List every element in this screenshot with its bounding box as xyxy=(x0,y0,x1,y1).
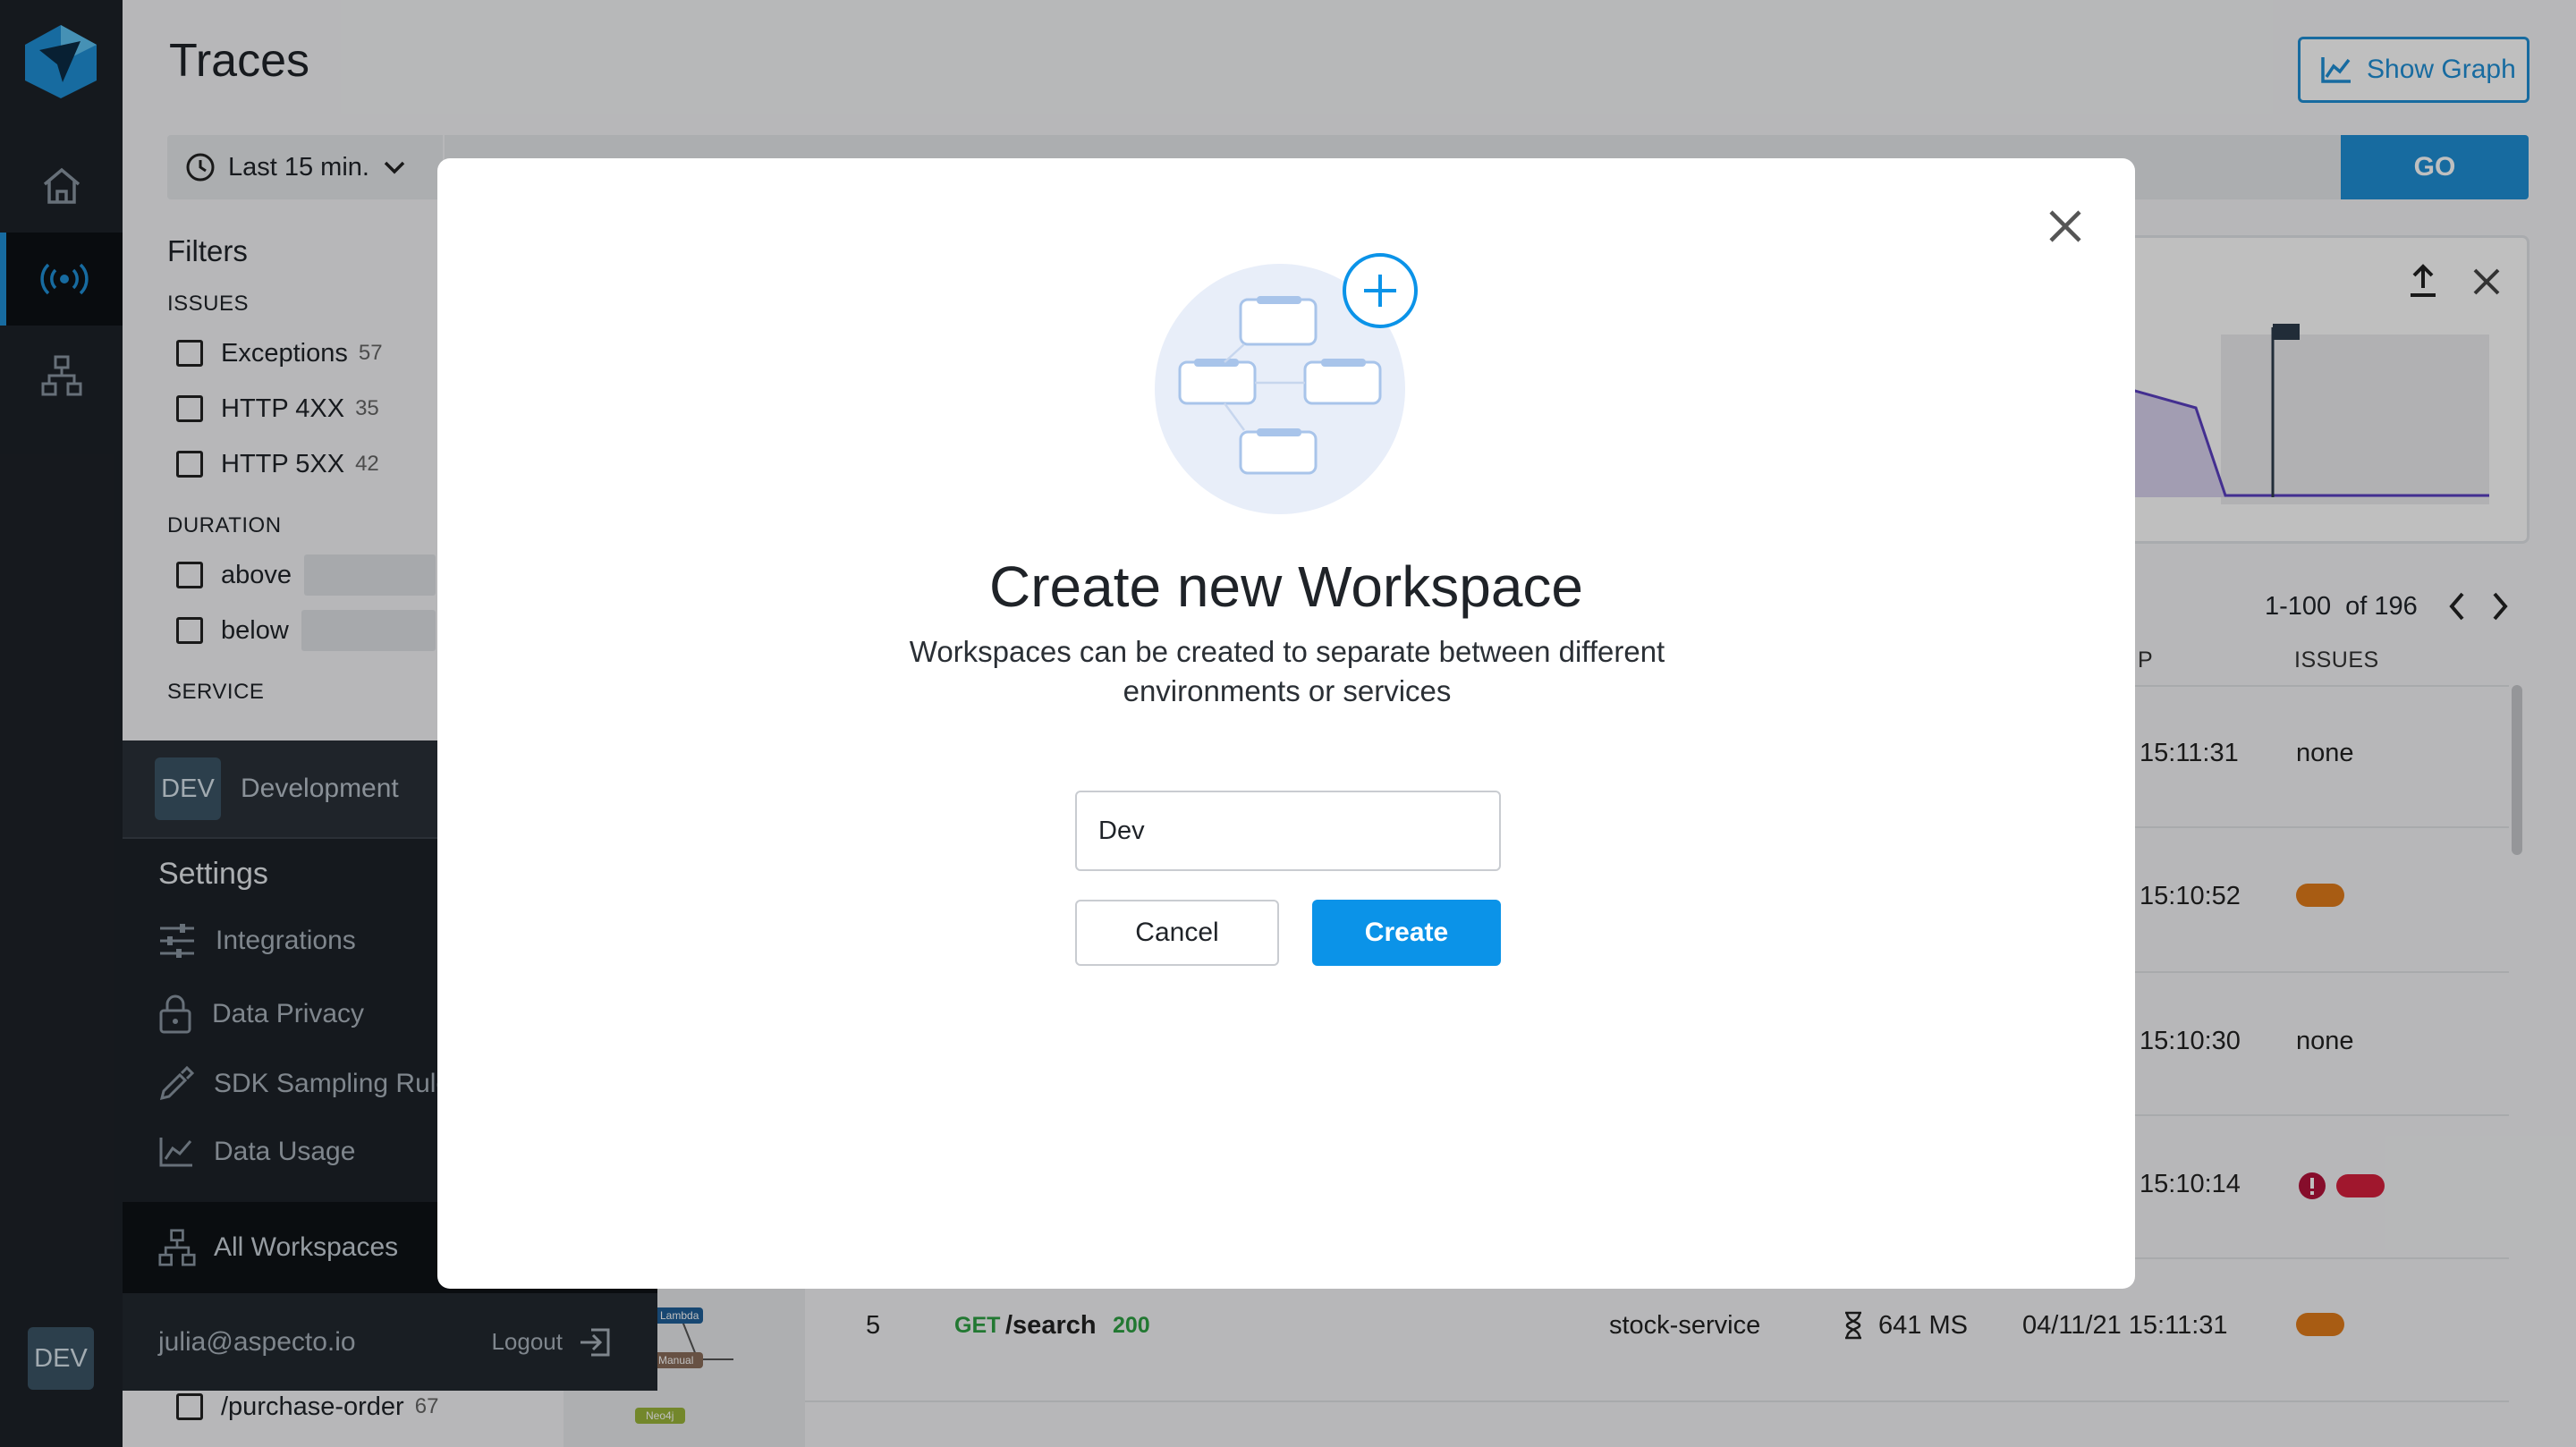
dialog-description: Workspaces can be created to separate be… xyxy=(909,635,1665,707)
workspace-name-input[interactable] xyxy=(1075,791,1501,871)
close-icon[interactable] xyxy=(2046,207,2085,246)
create-workspace-dialog: Create new Workspace Workspaces can be c… xyxy=(437,158,2135,1289)
create-button[interactable]: Create xyxy=(1312,900,1501,966)
cancel-button[interactable]: Cancel xyxy=(1075,900,1279,966)
dialog-title: Create new Workspace xyxy=(989,554,1583,619)
workspace-illustration xyxy=(1155,253,1418,514)
